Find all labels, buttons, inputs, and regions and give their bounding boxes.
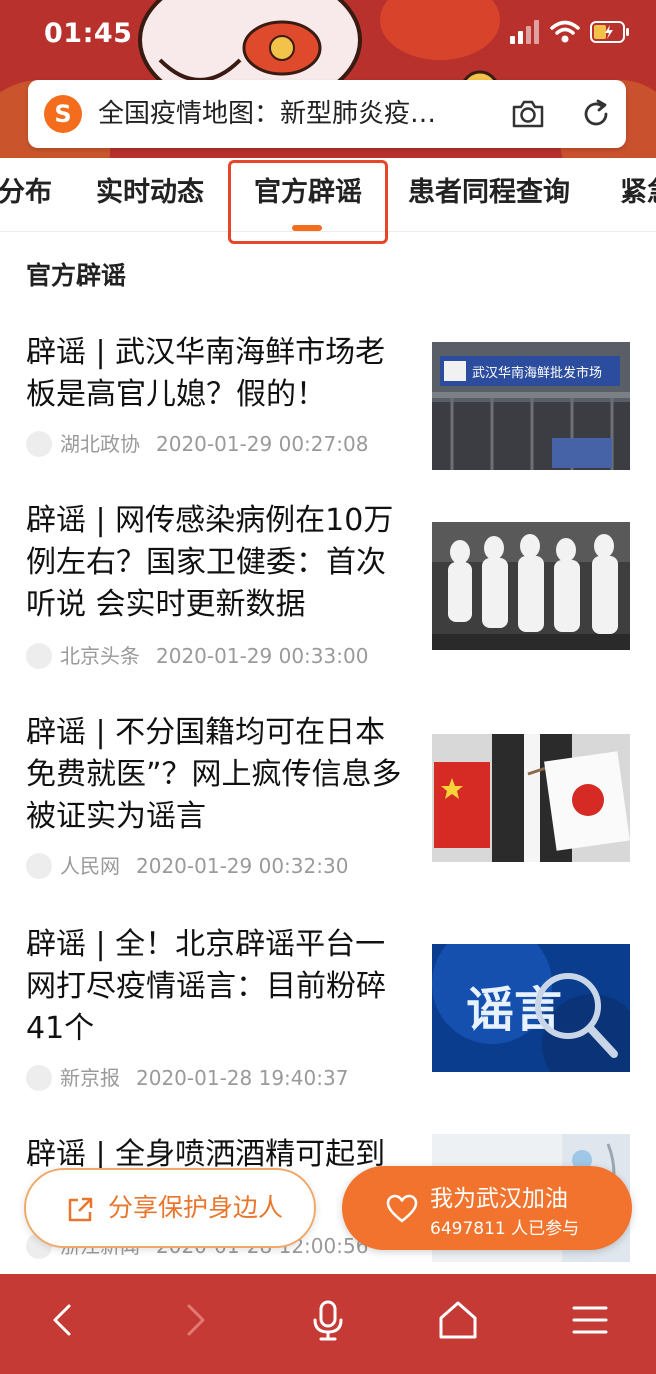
article-time: 2020-01-29 00:33:00 xyxy=(156,644,369,668)
refresh-icon[interactable] xyxy=(578,96,614,132)
tab-realtime[interactable]: 实时动态 xyxy=(96,158,204,231)
article-title[interactable]: 辟谣 | 不分国籍均可在日本免费就医”？网上疯传信息多被证实为谣言 xyxy=(26,712,412,838)
article-meta: 新京报 2020-01-28 19:40:37 xyxy=(26,1064,348,1092)
article-time: 2020-01-29 00:27:08 xyxy=(156,432,369,456)
cheer-title: 我为武汉加油 xyxy=(430,1186,568,1212)
signal-icon xyxy=(510,20,540,48)
article-meta: 湖北政协 2020-01-29 00:27:08 xyxy=(26,430,368,458)
status-icons xyxy=(510,20,630,50)
article-source: 人民网 xyxy=(60,854,120,878)
article-item[interactable]: 辟谣 | 网传感染病例在10万例左右？国家卫健委：首次听说 会实时更新数据 北京… xyxy=(0,500,656,710)
status-time: 01:45 xyxy=(44,18,133,49)
article-thumbnail[interactable] xyxy=(432,522,630,650)
share-label: 分享保护身边人 xyxy=(108,1193,284,1222)
link-icon xyxy=(26,852,52,879)
microphone-icon[interactable] xyxy=(306,1298,350,1342)
share-button[interactable]: 分享保护身边人 xyxy=(24,1168,316,1248)
tab-emergency[interactable]: 紧急 xyxy=(620,158,656,231)
home-icon[interactable] xyxy=(436,1298,480,1342)
heart-icon xyxy=(386,1194,418,1224)
article-thumbnail[interactable] xyxy=(432,734,630,862)
sogou-logo-icon: S xyxy=(44,95,82,133)
header: 01:45 S 全国疫情地图：新型肺炎疫… xyxy=(0,0,656,158)
bottom-navigation xyxy=(0,1274,656,1374)
article-thumbnail[interactable]: 谣言 xyxy=(432,944,630,1072)
article-title[interactable]: 辟谣 | 全！北京辟谣平台一网打尽疫情谣言：目前粉碎41个 xyxy=(26,924,412,1050)
tab-patient-trip[interactable]: 患者同程查询 xyxy=(408,158,570,231)
forward-icon[interactable] xyxy=(172,1298,216,1342)
article-time: 2020-01-28 19:40:37 xyxy=(136,1066,349,1090)
wifi-icon xyxy=(550,20,580,48)
article-meta: 人民网 2020-01-29 00:32:30 xyxy=(26,852,348,880)
tab-highlight-box xyxy=(228,160,388,244)
menu-icon[interactable] xyxy=(568,1298,612,1342)
thumb-sign-text: 武汉华南海鲜批发市场 xyxy=(472,365,602,381)
link-icon xyxy=(26,430,52,457)
camera-icon[interactable] xyxy=(510,96,546,132)
article-time: 2020-01-29 00:32:30 xyxy=(136,854,349,878)
link-icon xyxy=(26,642,52,669)
article-source: 湖北政协 xyxy=(60,432,140,456)
cheer-wuhan-button[interactable]: 我为武汉加油 6497811 人已参与 xyxy=(342,1166,632,1250)
article-title[interactable]: 辟谣 | 网传感染病例在10万例左右？国家卫健委：首次听说 会实时更新数据 xyxy=(26,500,412,626)
article-thumbnail[interactable]: 武汉华南海鲜批发市场 xyxy=(432,342,630,470)
article-item[interactable]: 辟谣 | 全！北京辟谣平台一网打尽疫情谣言：目前粉碎41个 新京报 2020-01… xyxy=(0,924,656,1134)
link-icon xyxy=(26,1064,52,1091)
article-title[interactable]: 辟谣 | 武汉华南海鲜市场老板是高官儿媳？假的！ xyxy=(26,332,412,416)
back-icon[interactable] xyxy=(42,1298,86,1342)
article-meta: 北京头条 2020-01-29 00:33:00 xyxy=(26,642,368,670)
article-source: 北京头条 xyxy=(60,644,140,668)
address-bar[interactable]: S 全国疫情地图：新型肺炎疫… xyxy=(28,80,626,148)
battery-icon xyxy=(590,20,630,48)
status-bar: 01:45 xyxy=(0,0,656,70)
browser-page: 01:45 S 全国疫情地图：新型肺炎疫… 分布 实时动态 官方辟谣 患者同程查… xyxy=(0,0,656,1374)
article-source: 新京报 xyxy=(60,1066,120,1090)
article-item[interactable]: 辟谣 | 不分国籍均可在日本免费就医”？网上疯传信息多被证实为谣言 人民网 202… xyxy=(0,712,656,922)
share-icon xyxy=(66,1196,94,1224)
cheer-participants: 6497811 人已参与 xyxy=(430,1219,580,1239)
address-bar-text[interactable]: 全国疫情地图：新型肺炎疫… xyxy=(98,97,498,131)
section-title: 官方辟谣 xyxy=(26,261,127,290)
tab-distribution[interactable]: 分布 xyxy=(0,158,52,231)
